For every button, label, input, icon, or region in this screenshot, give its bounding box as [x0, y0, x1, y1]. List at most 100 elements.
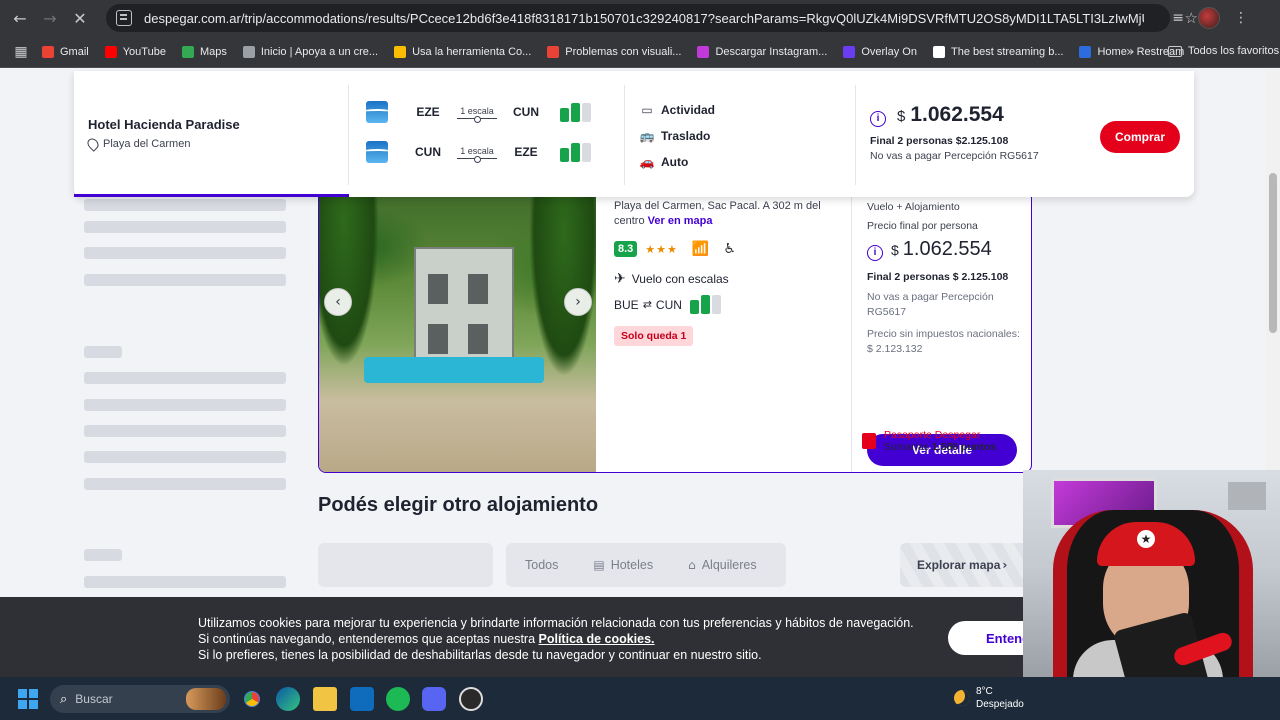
- bookmark-item[interactable]: Descargar Instagram...: [697, 45, 828, 58]
- stops-line: [457, 155, 497, 163]
- checked-bag-icon: [711, 295, 721, 314]
- flight-route: BUE ⇄ CUN: [614, 295, 849, 314]
- bookmark-label: Inicio | Apoya a un cre...: [260, 45, 379, 58]
- no-perception-note: No vas a pagar Percepción RG5617: [867, 291, 994, 318]
- windows-start-icon[interactable]: [18, 689, 38, 709]
- bookmark-item[interactable]: YouTube: [104, 45, 166, 58]
- info-icon[interactable]: i: [867, 244, 883, 261]
- forward-button[interactable]: →: [35, 3, 65, 33]
- buy-button[interactable]: Comprar: [1100, 121, 1180, 153]
- windows-taskbar: ⌕ Buscar 8°C Despejado: [0, 677, 1280, 720]
- personal-item-icon: [560, 107, 569, 122]
- personal-item-icon: [689, 300, 699, 314]
- bookmark-item[interactable]: Gmail: [42, 45, 89, 58]
- outbound-from: EZE: [416, 105, 440, 119]
- summary-price-main: i $ 1.062.554: [870, 103, 1039, 127]
- bookmark-item[interactable]: Inicio | Apoya a un cre...: [242, 45, 379, 58]
- bookmark-favicon-icon: [843, 45, 856, 58]
- discord-icon[interactable]: [422, 687, 446, 711]
- chrome-icon[interactable]: [240, 687, 264, 711]
- bookmark-favicon-icon: [1079, 45, 1092, 58]
- file-explorer-icon[interactable]: [313, 687, 337, 711]
- info-icon[interactable]: i: [870, 110, 886, 127]
- rating-badge: 8.3: [614, 241, 638, 257]
- obs-icon[interactable]: [459, 687, 483, 711]
- view-map-link[interactable]: Ver en mapa: [648, 215, 713, 227]
- site-info-icon[interactable]: [116, 10, 132, 26]
- extra-transfer[interactable]: 🚌 Traslado: [639, 123, 715, 149]
- skeleton-line: [84, 399, 286, 411]
- tab-label: Todos: [525, 558, 559, 572]
- alternatives-title: Podés elegir otro alojamiento: [318, 494, 599, 516]
- bookmark-label: Descargar Instagram...: [715, 45, 828, 58]
- photo-detail: [364, 357, 544, 383]
- price-amount: 1.062.554: [902, 238, 992, 260]
- tab-rentals[interactable]: ⌂ Alquileres: [688, 558, 757, 572]
- bookmark-item[interactable]: Usa la herramienta Co...: [394, 45, 531, 58]
- tab-label: Alquileres: [701, 558, 757, 572]
- photo-detail: [414, 247, 514, 367]
- baggage-icons: [560, 142, 591, 162]
- passport-rewards: Pasaporte Despegar Sumarías 1.586 puntos: [862, 429, 996, 453]
- hotel-address: Playa del Carmen, Sac Pacal. A 302 m del…: [614, 199, 849, 229]
- bookmark-item[interactable]: Problemas con visuali...: [547, 45, 682, 58]
- location-pin-icon: [85, 136, 101, 152]
- extra-label: Traslado: [661, 129, 711, 143]
- taskbar-search[interactable]: ⌕ Buscar: [50, 685, 230, 713]
- package-type: Vuelo + Alojamiento: [867, 201, 960, 213]
- address-bar[interactable]: despegar.com.ar/trip/accommodations/resu…: [106, 4, 1198, 32]
- hotel-photo[interactable]: ‹ ›: [319, 187, 596, 472]
- skeleton-line: [84, 221, 286, 233]
- route-from: BUE: [614, 297, 639, 312]
- photo-prev-button[interactable]: ‹: [324, 288, 352, 316]
- profile-avatar[interactable]: [1198, 7, 1220, 29]
- all-bookmarks-folder[interactable]: Todos los favoritos: [1168, 45, 1279, 57]
- bookmark-item[interactable]: The best streaming b...: [932, 45, 1063, 58]
- extra-car[interactable]: 🚗 Auto: [639, 149, 715, 175]
- edge-icon[interactable]: [276, 687, 300, 711]
- passport-points: Sumarías 1.586 puntos: [884, 441, 996, 453]
- skeleton-line: [84, 425, 286, 437]
- media-control-icon[interactable]: ≡: [1172, 10, 1184, 26]
- menu-icon[interactable]: ⋮: [1234, 10, 1248, 26]
- url-text[interactable]: despegar.com.ar/trip/accommodations/resu…: [144, 11, 1144, 26]
- address-text: Playa del Carmen, Sac Pacal. A 302 m del…: [614, 200, 821, 227]
- explore-map-button[interactable]: Explorar mapa ›: [900, 543, 1030, 587]
- flight-type-label: Vuelo con escalas: [631, 272, 729, 286]
- baggage-icons: [689, 295, 721, 314]
- hotel-location: Playa del Carmen: [85, 136, 190, 152]
- divider: [624, 85, 625, 185]
- baggage-icons: [560, 102, 591, 122]
- outlook-icon[interactable]: [350, 687, 374, 711]
- inbound-to: EZE: [514, 145, 538, 159]
- divider: [851, 187, 852, 472]
- more-bookmarks-icon[interactable]: »: [1126, 44, 1135, 60]
- bookmark-label: Problemas con visuali...: [565, 45, 682, 58]
- inbound-from: CUN: [415, 145, 441, 159]
- scrollbar-thumb[interactable]: [1269, 173, 1277, 333]
- bookmark-item[interactable]: Maps: [181, 45, 227, 58]
- cookie-policy-link[interactable]: Política de cookies.: [539, 632, 655, 646]
- skeleton-line: [84, 346, 122, 358]
- carry-on-icon: [571, 102, 580, 122]
- apps-grid-icon[interactable]: ▦: [0, 44, 42, 60]
- weather-widget[interactable]: 8°C Despejado: [954, 685, 1024, 711]
- weather-condition: Despejado: [976, 699, 1024, 710]
- skeleton-line: [84, 372, 286, 384]
- back-button[interactable]: ←: [5, 3, 35, 33]
- hotel-name: Hotel Hacienda Paradise: [88, 117, 240, 132]
- bookmark-favicon-icon: [932, 45, 945, 58]
- availability-badge: Solo queda 1: [614, 326, 694, 346]
- tab-hotels[interactable]: ▤ Hoteles: [593, 558, 653, 572]
- bookmark-item[interactable]: Overlay On: [843, 45, 917, 58]
- skeleton-line: [84, 247, 286, 259]
- extra-activity[interactable]: ▭ Actividad: [639, 97, 715, 123]
- spotify-icon[interactable]: [386, 687, 410, 711]
- stops-label: 1 escala: [460, 105, 494, 116]
- photo-next-button[interactable]: ›: [564, 288, 592, 316]
- extra-label: Actividad: [661, 103, 716, 117]
- stop-loading-button[interactable]: ✕: [65, 3, 95, 33]
- active-tab-indicator: [74, 194, 349, 197]
- tab-all[interactable]: Todos: [525, 558, 558, 572]
- final-total: Final 2 personas $ 2.125.108: [867, 271, 1009, 283]
